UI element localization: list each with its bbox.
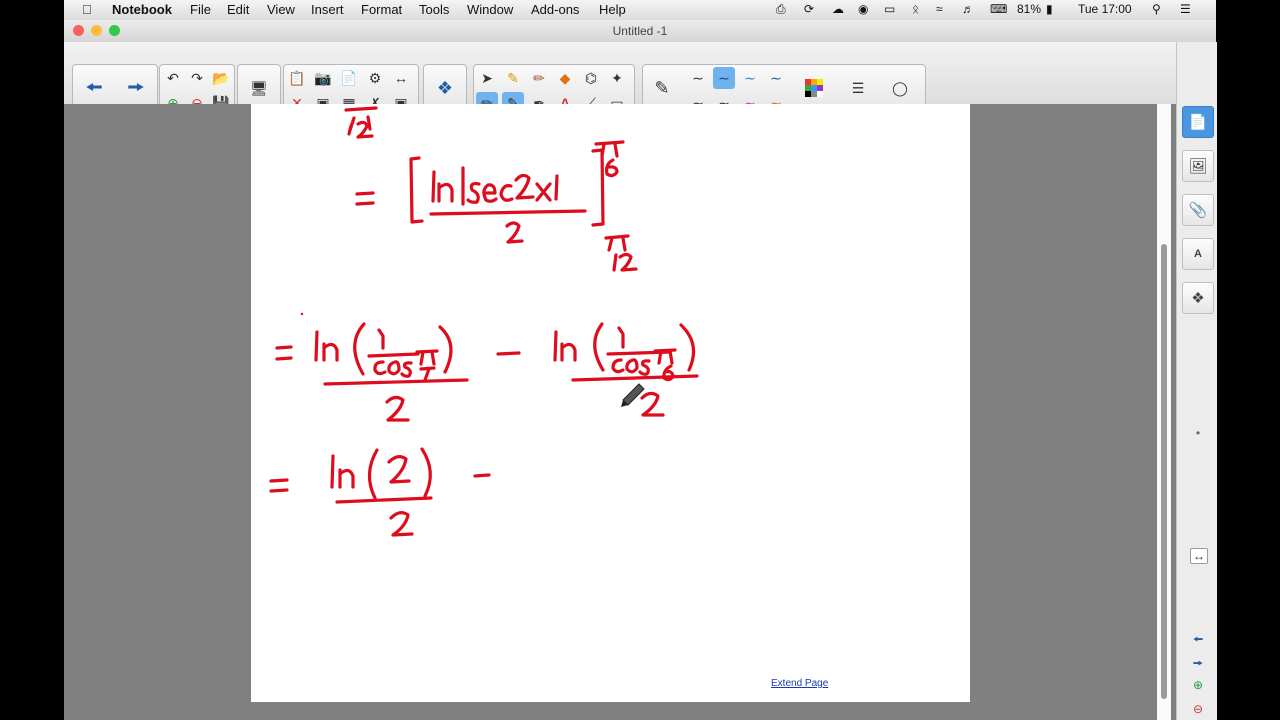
paste-icon[interactable]: 📋: [286, 67, 308, 89]
notebook-window: Untitled -1 🠘 🠚 ↶ ↷ 📂 ⊕ ⊖ 💾 🖥 📋 📷 📄 ⚙ ↔: [64, 20, 1217, 720]
handwritten-math-ink: [269, 106, 699, 537]
pen-cursor-icon: [621, 383, 645, 407]
menu-file[interactable]: File: [190, 2, 211, 17]
menu-bar:  Notebook File Edit View Insert Format …: [64, 0, 1216, 21]
scrollbar-thumb[interactable]: [1161, 244, 1167, 699]
menu-insert[interactable]: Insert: [311, 2, 344, 17]
previous-page-icon[interactable]: 🠘: [77, 73, 111, 107]
menu-edit[interactable]: Edit: [227, 2, 249, 17]
fill-icon[interactable]: ◆: [554, 67, 576, 89]
puzzle-piece-icon[interactable]: ❖: [434, 77, 456, 99]
menu-help[interactable]: Help: [599, 2, 626, 17]
bluetooth-icon[interactable]: ᛟ: [912, 2, 919, 16]
open-file-icon[interactable]: 📂: [210, 67, 232, 89]
menu-tools[interactable]: Tools: [419, 2, 449, 17]
document-camera-icon[interactable]: 📄: [338, 67, 360, 89]
sidebar-next-page-icon[interactable]: 🠚: [1190, 654, 1206, 670]
transparency-icon[interactable]: ◯: [889, 77, 911, 99]
pen-type-icon[interactable]: ✎: [651, 77, 673, 99]
expand-sidebar-icon[interactable]: ↔: [1190, 548, 1208, 564]
select-arrow-icon[interactable]: ➤: [476, 67, 498, 89]
full-screen-icon[interactable]: 🖥: [248, 77, 270, 99]
screen-capture-icon[interactable]: 📷: [312, 67, 334, 89]
title-bar: Untitled -1: [64, 20, 1216, 43]
properties-icon[interactable]: A: [1182, 238, 1214, 270]
menu-window[interactable]: Window: [467, 2, 513, 17]
creative-pen-icon[interactable]: ✏: [528, 67, 550, 89]
clock[interactable]: Tue 17:00: [1078, 2, 1132, 16]
notification-center-icon[interactable]: ☰: [1180, 2, 1191, 16]
gallery-icon[interactable]: 🖼: [1182, 150, 1214, 182]
extend-page-link[interactable]: Extend Page: [771, 678, 828, 689]
line-style-2-icon[interactable]: ∼: [713, 67, 735, 89]
shape-recognition-icon[interactable]: ⚙: [364, 67, 386, 89]
attachments-icon[interactable]: 📎: [1182, 194, 1214, 226]
next-page-icon[interactable]: 🠚: [119, 73, 153, 107]
vertical-scrollbar[interactable]: [1157, 104, 1171, 720]
record-icon[interactable]: ◉: [858, 2, 868, 16]
sidebar-delete-page-icon[interactable]: ⊖: [1190, 702, 1206, 716]
spotlight-search-icon[interactable]: ⚲: [1152, 2, 1161, 16]
canvas-area[interactable]: Extend Page: [64, 104, 1176, 720]
magic-pen-icon[interactable]: ✦: [606, 67, 628, 89]
redo-icon[interactable]: ↷: [186, 67, 208, 89]
apple-icon[interactable]: : [82, 2, 92, 17]
right-sidebar: 📄 🖼 📎 A ❖ • ↔ 🠘 🠚 ⊕ ⊖: [1176, 42, 1217, 720]
wifi-icon[interactable]: ≈: [936, 2, 943, 16]
keyboard-icon[interactable]: ⌨: [990, 2, 1007, 16]
eraser-icon[interactable]: ⌬: [580, 67, 602, 89]
whiteboard-page[interactable]: Extend Page: [251, 104, 970, 702]
line-thickness-icon[interactable]: ☰: [847, 77, 869, 99]
line-style-4-icon[interactable]: ∼: [765, 67, 787, 89]
color-palette-icon[interactable]: [803, 77, 825, 99]
page-sorter-icon[interactable]: 📄: [1182, 106, 1214, 138]
menu-add-ons[interactable]: Add-ons: [531, 2, 579, 17]
menu-view[interactable]: View: [267, 2, 295, 17]
screen-record-icon[interactable]: ⎙: [776, 2, 786, 17]
airplay-icon[interactable]: ▭: [884, 2, 895, 16]
toolbar: 🠘 🠚 ↶ ↷ 📂 ⊕ ⊖ 💾 🖥 📋 📷 📄 ⚙ ↔ ✕ ▣ ▦ ✗ ▣ ❖ …: [64, 42, 1216, 116]
undo-icon[interactable]: ↶: [162, 67, 184, 89]
line-style-1-icon[interactable]: ∼: [687, 67, 709, 89]
cloud-icon[interactable]: ☁: [832, 2, 844, 16]
battery-percent[interactable]: 81%: [1017, 2, 1041, 16]
sync-icon[interactable]: ⟳: [804, 2, 814, 16]
sidebar-add-page-icon[interactable]: ⊕: [1190, 678, 1206, 692]
line-style-3-icon[interactable]: ∼: [739, 67, 761, 89]
highlighter-icon[interactable]: ✎: [502, 67, 524, 89]
volume-icon[interactable]: ♬: [962, 2, 974, 16]
sidebar-previous-page-icon[interactable]: 🠘: [1190, 630, 1206, 646]
menu-format[interactable]: Format: [361, 2, 402, 17]
add-ons-icon[interactable]: ❖: [1182, 282, 1214, 314]
app-menu[interactable]: Notebook: [112, 2, 172, 17]
battery-icon[interactable]: ▮: [1046, 2, 1053, 16]
fit-page-icon[interactable]: ↔: [390, 67, 412, 89]
sidebar-resize-handle[interactable]: •: [1190, 426, 1206, 440]
window-title: Untitled -1: [612, 24, 668, 38]
